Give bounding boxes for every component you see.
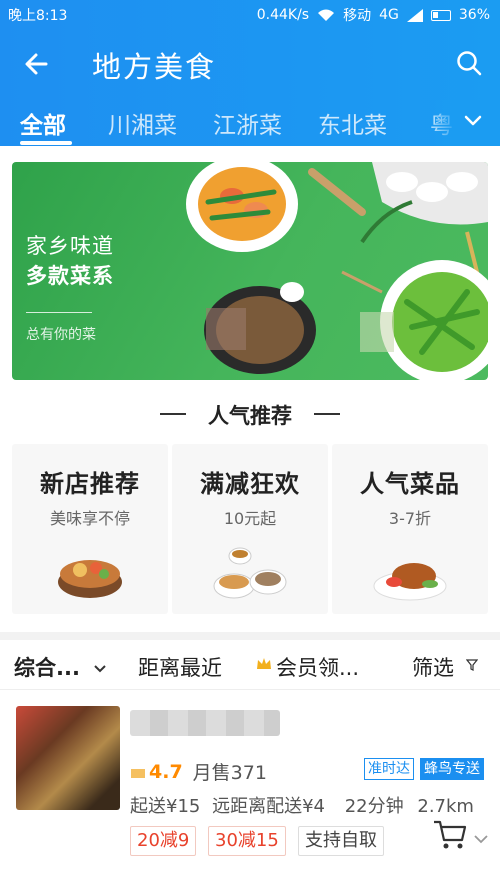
promo-banner[interactable]: 家乡味道 多款菜系 总有你的菜 xyxy=(12,162,488,380)
shop-name-blurred xyxy=(130,710,280,736)
shop-card[interactable]: 4.7 月售371 准时达 蜂鸟专送 起送¥15 远距离配送¥4 22分钟 2.… xyxy=(0,690,500,889)
tab-all[interactable]: 全部 xyxy=(20,106,66,140)
promo-subtitle: 美味享不停 xyxy=(49,509,130,528)
tab-dongbei[interactable]: 东北菜 xyxy=(318,106,387,140)
promo-title: 人气菜品 xyxy=(360,470,460,498)
delivery-fee: 远距离配送¥4 xyxy=(212,796,325,817)
page-title: 地方美食 xyxy=(92,50,217,84)
sort-dropdown[interactable]: 综合... xyxy=(14,652,80,682)
cart-icon[interactable] xyxy=(432,818,468,852)
section-title: 人气推荐 xyxy=(208,404,292,428)
search-icon[interactable] xyxy=(454,48,484,78)
chevron-down-icon[interactable] xyxy=(94,664,106,674)
tab-sichuan-hunan[interactable]: 川湘菜 xyxy=(108,106,177,140)
nav-bar: 地方美食 xyxy=(0,38,500,88)
back-arrow-icon[interactable] xyxy=(18,44,58,84)
signal-icon xyxy=(406,8,423,22)
wifi-icon xyxy=(318,9,335,21)
delivery-badge: 蜂鸟专送 xyxy=(420,758,484,780)
discount-tag: 20减9 xyxy=(130,826,197,856)
promo-subtitle: 10元起 xyxy=(223,509,277,528)
hotpot-icon xyxy=(58,560,122,598)
network-type: 4G xyxy=(379,7,399,23)
member-filter[interactable]: 会员领... xyxy=(276,652,359,682)
banner-line-1: 家乡味道 xyxy=(26,234,114,258)
filter-button[interactable]: 筛选 xyxy=(412,652,454,682)
tab-jiangzhe[interactable]: 江浙菜 xyxy=(213,106,282,140)
carrier-name: 移动 xyxy=(343,8,372,24)
roast-duck-icon xyxy=(373,563,447,601)
network-speed: 0.44K/s xyxy=(256,7,310,23)
rating-row: 4.7 月售371 xyxy=(130,758,267,785)
chevron-down-icon[interactable] xyxy=(462,110,484,132)
discount-tag: 30减15 xyxy=(208,826,286,856)
meal-set-icon xyxy=(213,547,287,599)
battery-level: 36% xyxy=(458,7,490,23)
banner-divider xyxy=(26,312,92,313)
pickup-tag: 支持自取 xyxy=(298,826,384,856)
min-order: 起送¥15 xyxy=(130,796,201,817)
banner-line-2: 多款菜系 xyxy=(26,264,114,288)
expand-chevron-icon[interactable] xyxy=(474,834,488,844)
section-dash-right xyxy=(314,413,340,415)
funnel-icon[interactable] xyxy=(466,659,478,671)
delivery-info: 起送¥15 远距离配送¥4 22分钟 2.7km xyxy=(130,792,490,818)
shop-rating: 4.7 xyxy=(149,760,183,783)
category-tabs: 全部 川湘菜 江浙菜 东北菜 粤 xyxy=(0,100,500,146)
distance-filter[interactable]: 距离最近 xyxy=(138,652,222,682)
filter-bar: 综合... 距离最近 会员领... 筛选 xyxy=(0,640,500,690)
promo-card-popular-dish[interactable]: 人气菜品 3-7折 xyxy=(332,444,488,614)
delivery-time: 22分钟 xyxy=(344,796,404,817)
promo-subtitle: 3-7折 xyxy=(388,509,432,528)
promo-card-new-store[interactable]: 新店推荐 美味享不停 xyxy=(12,444,168,614)
ontime-badge: 准时达 xyxy=(364,758,414,780)
banner-line-3: 总有你的菜 xyxy=(26,327,96,343)
shop-distance: 2.7km xyxy=(417,796,474,817)
status-bar: 晚上8:13 0.44K/s 移动 4G 36% xyxy=(0,0,500,28)
battery-icon xyxy=(430,9,451,21)
status-time: 晚上8:13 xyxy=(8,8,68,24)
rating-icon xyxy=(131,768,145,778)
shop-thumbnail xyxy=(16,706,120,810)
promo-card-discount[interactable]: 满减狂欢 10元起 xyxy=(172,444,328,614)
sort-label: 综合... xyxy=(14,656,80,680)
promo-title: 满减狂欢 xyxy=(200,470,300,498)
monthly-sales: 月售371 xyxy=(192,762,267,784)
active-tab-indicator xyxy=(20,141,72,145)
promo-title: 新店推荐 xyxy=(40,470,140,498)
crown-icon xyxy=(257,658,271,669)
status-right: 0.44K/s 移动 4G 36% xyxy=(257,5,490,25)
